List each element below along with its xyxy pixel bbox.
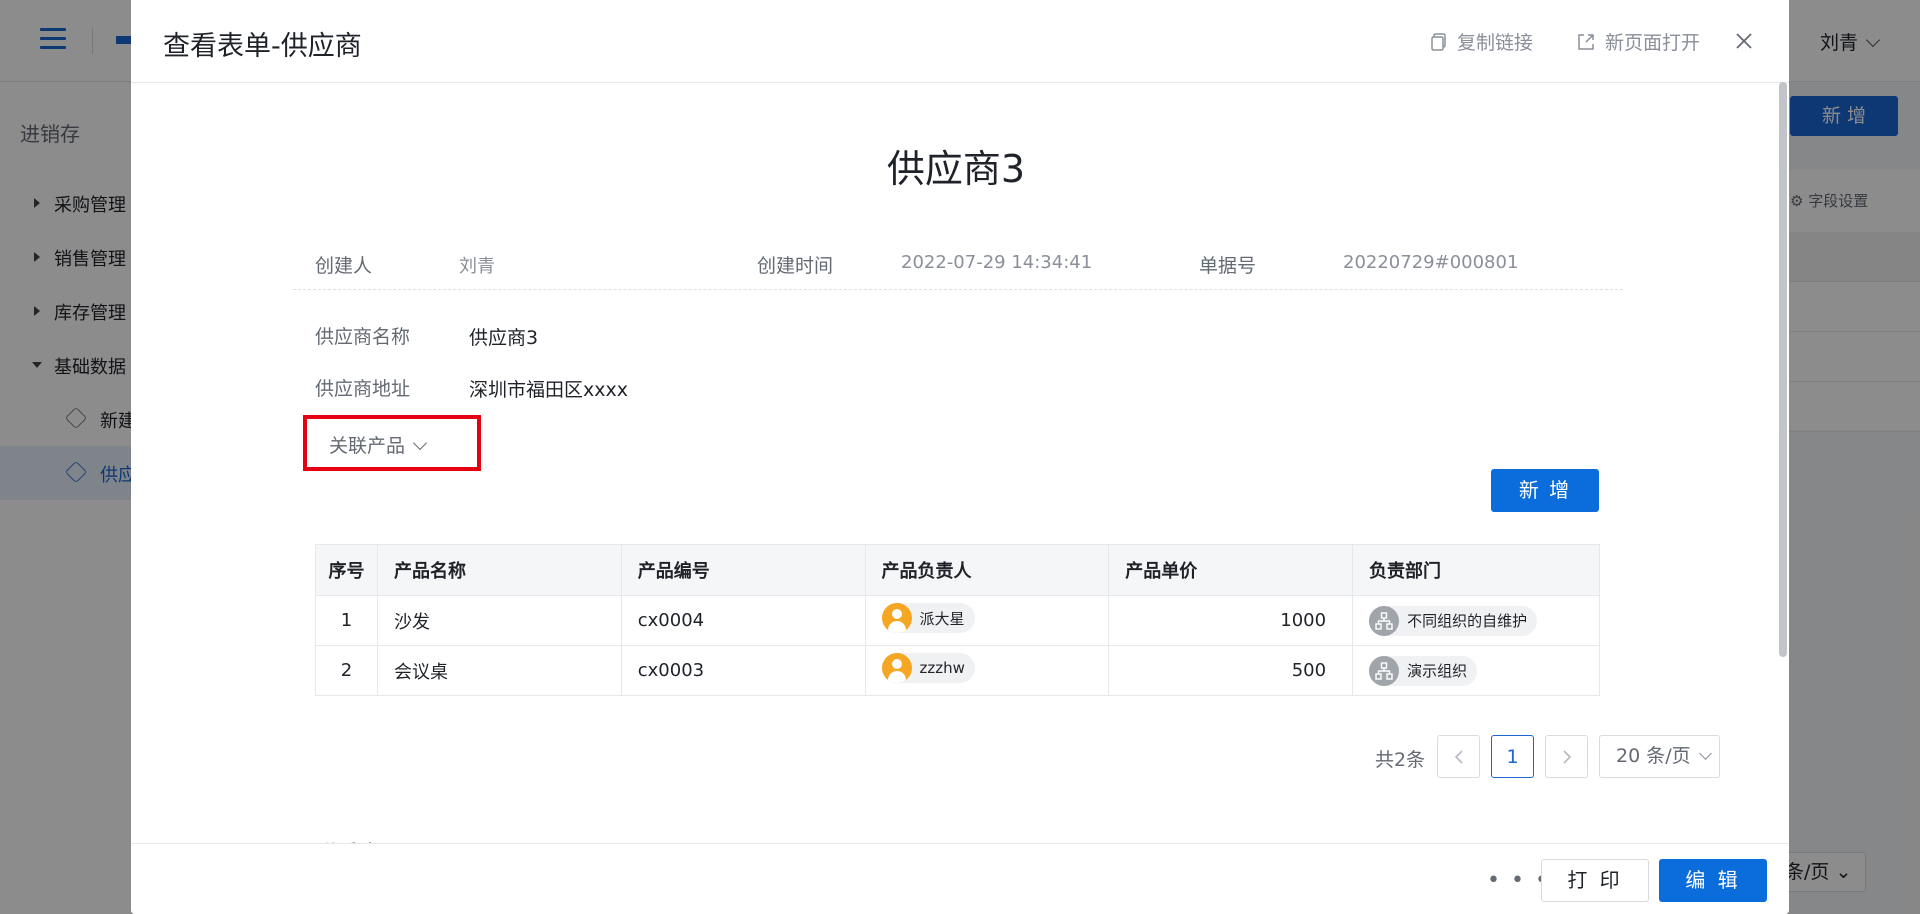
copy-icon: [1431, 32, 1446, 51]
supplier-name-label: 供应商名称: [315, 326, 411, 348]
page-button-current[interactable]: 1: [1491, 735, 1534, 778]
table-row[interactable]: 2 会议桌 cx0003 zzzhw 500 演示组织: [315, 645, 1600, 696]
column-header-code: 产品编号: [620, 544, 866, 596]
cell-price: 500: [1108, 645, 1354, 696]
related-products-table: 序号 产品名称 产品编号 产品负责人 产品单价 负责部门 1 沙发 cx0004…: [315, 544, 1600, 696]
org-chart-icon: [1369, 605, 1400, 636]
created-time-value: 2022-07-29 14:34:41: [901, 252, 1093, 273]
add-related-product-button[interactable]: 新 增: [1491, 469, 1599, 512]
copy-link-button[interactable]: 复制链接: [1431, 28, 1533, 55]
cell-code: cx0004: [620, 595, 866, 646]
department-name: 不同组织的自维护: [1407, 612, 1528, 630]
pagination-total: 共2条: [1375, 749, 1426, 771]
avatar: [881, 603, 912, 633]
doc-no-value: 20220729#000801: [1343, 252, 1519, 273]
modal-footer: • • • 打 印 编 辑: [131, 843, 1789, 914]
cell-owner: zzzhw: [864, 645, 1110, 696]
open-new-page-button[interactable]: 新页面打开: [1577, 28, 1700, 55]
supplier-address-label: 供应商地址: [315, 378, 411, 400]
modal-header: 查看表单-供应商 复制链接 新页面打开: [131, 0, 1789, 83]
column-header-name: 产品名称: [376, 544, 622, 596]
related-products-label: 关联产品: [329, 435, 406, 457]
org-chart-icon: [1369, 655, 1400, 686]
cell-seq: 1: [315, 595, 378, 646]
cell-department: 演示组织: [1352, 645, 1600, 696]
creator-value: 刘青: [459, 256, 495, 277]
avatar: [881, 653, 912, 683]
related-products-toggle[interactable]: 关联产品: [303, 415, 481, 471]
chevron-left-icon: [1454, 749, 1463, 764]
edit-button[interactable]: 编 辑: [1659, 859, 1767, 902]
chevron-down-icon: [1698, 747, 1712, 760]
meta-divider: [293, 289, 1623, 290]
page-size-value: 20 条/页: [1616, 745, 1691, 767]
department-chip[interactable]: 不同组织的自维护: [1369, 605, 1538, 636]
record-modal: 查看表单-供应商 复制链接 新页面打开 供应商3 创建人 刘青 创建时间 202…: [131, 0, 1789, 914]
page-size-select[interactable]: 20 条/页: [1599, 735, 1720, 778]
user-chip[interactable]: zzzhw: [881, 653, 975, 683]
next-page-button[interactable]: [1545, 735, 1588, 778]
user-chip[interactable]: 派大星: [881, 603, 975, 633]
creator-label: 创建人: [315, 255, 373, 277]
column-header-department: 负责部门: [1352, 544, 1600, 596]
cell-owner: 派大星: [864, 595, 1110, 646]
cell-price: 1000: [1108, 595, 1354, 646]
modal-title: 查看表单-供应商: [163, 31, 362, 62]
chevron-right-icon: [1562, 749, 1571, 764]
external-link-icon: [1578, 33, 1594, 50]
supplier-address-value: 深圳市福田区xxxx: [469, 379, 628, 401]
created-time-label: 创建时间: [757, 255, 834, 277]
chevron-down-icon: [412, 435, 428, 451]
department-name: 演示组织: [1407, 662, 1468, 680]
cell-name: 会议桌: [376, 645, 622, 696]
department-chip[interactable]: 演示组织: [1369, 655, 1478, 686]
cell-seq: 2: [315, 645, 378, 696]
prev-page-button[interactable]: [1437, 735, 1480, 778]
cell-code: cx0003: [620, 645, 866, 696]
copy-link-label: 复制链接: [1457, 32, 1534, 54]
close-icon[interactable]: [1735, 32, 1753, 50]
owner-name: zzzhw: [919, 659, 965, 677]
open-new-page-label: 新页面打开: [1605, 32, 1701, 54]
supplier-name-value: 供应商3: [469, 327, 539, 349]
table-header-row: 序号 产品名称 产品编号 产品负责人 产品单价 负责部门: [315, 544, 1600, 596]
owner-name: 派大星: [919, 609, 965, 628]
cell-department: 不同组织的自维护: [1352, 595, 1600, 646]
record-title: 供应商3: [886, 147, 1026, 191]
doc-no-label: 单据号: [1199, 255, 1257, 277]
column-header-price: 产品单价: [1108, 544, 1354, 596]
column-header-owner: 产品负责人: [864, 544, 1110, 596]
column-header-seq: 序号: [315, 544, 378, 596]
table-row[interactable]: 1 沙发 cx0004 派大星 1000 不同组织的自维护: [315, 595, 1600, 646]
cell-name: 沙发: [376, 595, 622, 646]
print-button[interactable]: 打 印: [1541, 859, 1649, 902]
